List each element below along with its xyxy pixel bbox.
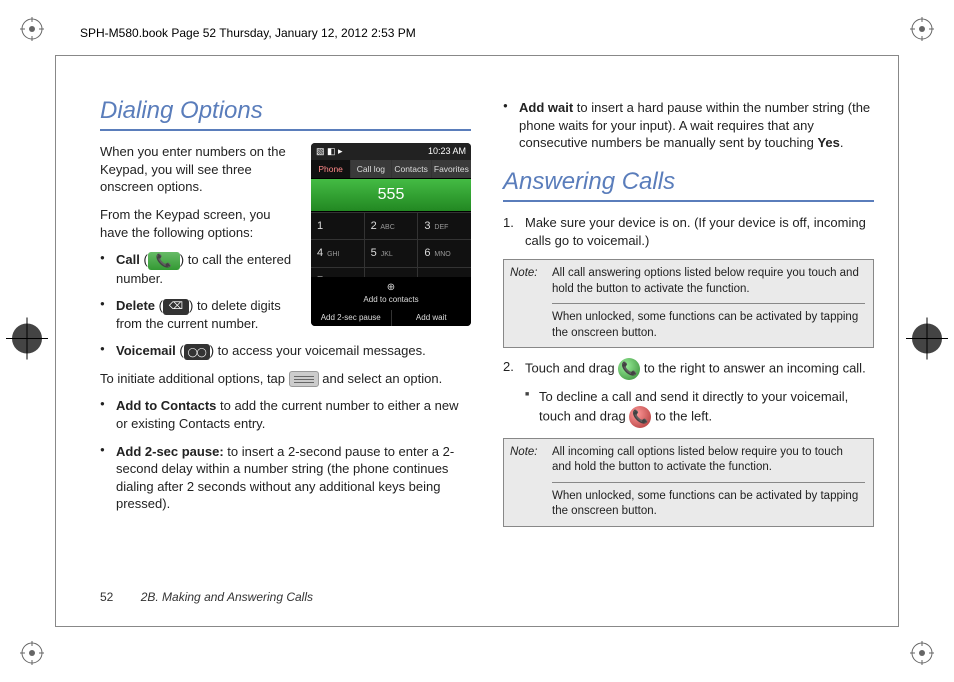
footer-section: 2B. Making and Answering Calls bbox=[141, 590, 313, 604]
note-1-line-2: When unlocked, some functions can be act… bbox=[552, 310, 865, 341]
bullet-call: Call (📞) to call the entered number. bbox=[100, 251, 471, 287]
status-icons: ▧ ◧ ▸ bbox=[316, 145, 343, 157]
sub-decline: To decline a call and send it directly t… bbox=[525, 388, 874, 428]
page-footer: 52 2B. Making and Answering Calls bbox=[100, 590, 313, 604]
status-time: 10:23 AM bbox=[428, 145, 466, 157]
phone-entered-number: 555 bbox=[311, 178, 471, 212]
crop-mark-icon bbox=[20, 641, 44, 665]
phone-tab-contacts: Contacts bbox=[392, 160, 432, 178]
keypad-1: 1 bbox=[311, 212, 365, 240]
step-1: Make sure your device is on. (If your de… bbox=[503, 214, 874, 249]
step-2: Touch and drag 📞 to the right to answer … bbox=[503, 358, 874, 428]
bullet-add-wait: Add wait to insert a hard pause within t… bbox=[503, 99, 874, 152]
voicemail-icon: ◯◯ bbox=[184, 344, 210, 360]
answer-icon: 📞 bbox=[618, 358, 640, 380]
crop-mark-icon bbox=[910, 17, 934, 41]
crop-mark-icon bbox=[910, 641, 934, 665]
phone-tab-calllog: Call log bbox=[351, 160, 391, 178]
note-label: Note: bbox=[510, 445, 538, 461]
note-2-line-2: When unlocked, some functions can be act… bbox=[552, 489, 865, 520]
keypad-3: 3 DEF bbox=[418, 212, 471, 240]
delete-icon: ⌫ bbox=[163, 299, 189, 315]
call-icon: 📞 bbox=[148, 252, 180, 270]
note-2-line-1: All incoming call options listed below r… bbox=[552, 445, 865, 476]
bullet-delete: Delete (⌫) to delete digits from the cur… bbox=[100, 297, 471, 332]
registration-mark-icon bbox=[906, 318, 948, 365]
phone-tab-phone: Phone bbox=[311, 160, 351, 178]
left-column: Dialing Options ▧ ◧ ▸ 10:23 AM Phone Cal… bbox=[100, 95, 471, 610]
note-box-1: Note: All call answering options listed … bbox=[503, 259, 874, 348]
page-number: 52 bbox=[100, 590, 113, 604]
registration-mark-icon bbox=[6, 318, 48, 365]
heading-dialing-options: Dialing Options bbox=[100, 95, 471, 131]
menu-icon bbox=[289, 371, 319, 387]
right-column: Add wait to insert a hard pause within t… bbox=[503, 95, 874, 610]
page-header-meta: SPH-M580.book Page 52 Thursday, January … bbox=[80, 26, 416, 40]
bullet-add-contacts: Add to Contacts to add the current numbe… bbox=[100, 397, 471, 432]
note-1-line-1: All call answering options listed below … bbox=[552, 266, 865, 297]
heading-answering-calls: Answering Calls bbox=[503, 166, 874, 202]
note-box-2: Note: All incoming call options listed b… bbox=[503, 438, 874, 527]
decline-icon: 📞 bbox=[629, 406, 651, 428]
bullet-add-pause: Add 2-sec pause: to insert a 2-second pa… bbox=[100, 443, 471, 513]
crop-mark-icon bbox=[20, 17, 44, 41]
keypad-2: 2 ABC bbox=[365, 212, 419, 240]
additional-options-paragraph: To initiate additional options, tap and … bbox=[100, 370, 471, 388]
note-label: Note: bbox=[510, 266, 538, 282]
phone-tab-favorites: Favorites bbox=[432, 160, 471, 178]
bullet-voicemail: Voicemail (◯◯) to access your voicemail … bbox=[100, 342, 471, 360]
